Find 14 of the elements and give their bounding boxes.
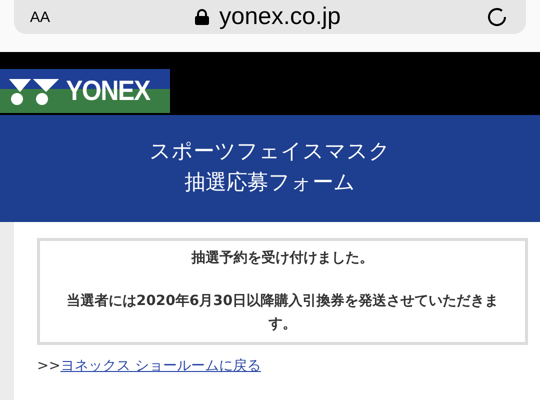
- url-text: yonex.co.jp: [219, 3, 341, 31]
- page-title: 抽選応募フォーム: [184, 168, 356, 196]
- message-heading: 抽選予約を受け付けました。: [190, 249, 374, 268]
- logo[interactable]: YONEX: [0, 69, 170, 113]
- text-size-button[interactable]: AA: [30, 8, 50, 26]
- address-bar[interactable]: AA yonex.co.jp: [14, 0, 526, 34]
- message-text: 当選者には2020年6月30日以降購入引換券を発送させていただきます。: [65, 292, 500, 334]
- lock-icon: [195, 9, 210, 25]
- logo-text: YONEX: [66, 75, 150, 107]
- page-title: スポーツフェイスマスク: [150, 138, 390, 164]
- link-prefix: >>: [37, 358, 60, 374]
- reload-icon[interactable]: [486, 6, 508, 28]
- logo-mark-icon: [8, 77, 60, 105]
- back-link[interactable]: ヨネックス ショールームに戻る: [60, 358, 261, 374]
